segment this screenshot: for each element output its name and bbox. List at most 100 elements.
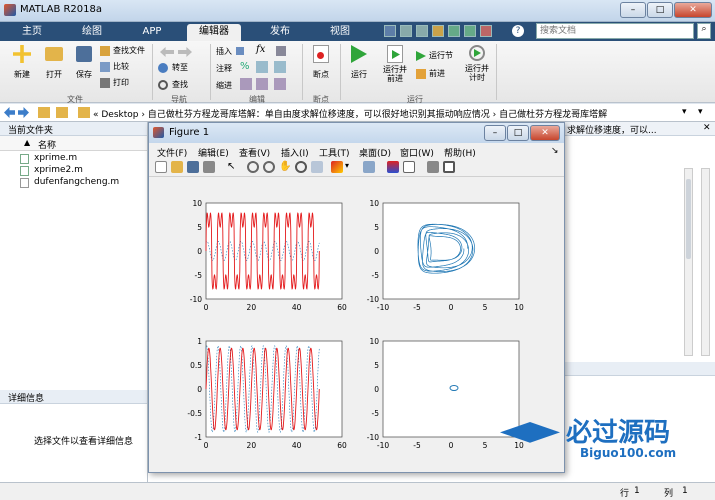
breakpoints-icon <box>313 45 329 63</box>
menu-help[interactable]: 帮助(H) <box>444 146 476 159</box>
quick-help-icon[interactable]: ? <box>512 25 524 37</box>
y-tick-label: 10 <box>369 199 379 208</box>
compare-button[interactable]: 比较 <box>100 61 148 74</box>
run-button[interactable]: 运行 <box>344 45 374 91</box>
brush-dropdown-icon[interactable]: ▾ <box>345 161 357 173</box>
menu-tools[interactable]: 工具(T) <box>319 146 350 159</box>
open-button[interactable]: 打开 <box>40 45 68 91</box>
list-item[interactable]: xprime2.m <box>20 165 140 177</box>
list-item[interactable]: xprime.m <box>20 153 140 165</box>
run-section-button[interactable]: 运行节 <box>416 50 460 63</box>
y-tick-label: -1 <box>195 433 203 442</box>
colorbar-icon[interactable] <box>387 161 399 173</box>
run-time-button[interactable]: 运行并 计时 <box>462 45 492 91</box>
quick-redo-icon[interactable] <box>464 25 476 37</box>
tab-editor[interactable]: 编辑器 <box>187 24 241 41</box>
menu-view[interactable]: 查看(V) <box>239 146 270 159</box>
search-input[interactable] <box>536 23 694 39</box>
maximize-button[interactable]: □ <box>647 2 673 18</box>
quick-paste-icon[interactable] <box>432 25 444 37</box>
tab-home[interactable]: 主页 <box>10 24 54 41</box>
print-button[interactable]: 打印 <box>100 77 148 90</box>
menu-file[interactable]: 文件(F) <box>157 146 187 159</box>
link-plot-icon[interactable] <box>363 161 375 173</box>
details-title: 详细信息 <box>8 394 45 404</box>
pan-icon[interactable]: ✋ <box>279 161 291 173</box>
smart-indent-icon[interactable] <box>240 78 252 90</box>
figure-maximize-button[interactable]: □ <box>507 125 529 141</box>
current-path[interactable]: « Desktop › 自己做杜芬方程龙哥库塔解：单自由度求解位移速度，可以很好… <box>93 107 607 120</box>
hide-tools-icon[interactable] <box>427 161 439 173</box>
insert-button[interactable]: 插入 <box>214 45 244 58</box>
comment-percent-icon[interactable]: % <box>240 61 250 72</box>
format-icon[interactable] <box>276 46 286 56</box>
figure-minimize-button[interactable]: – <box>484 125 506 141</box>
data-cursor-icon[interactable] <box>311 161 323 173</box>
menu-window[interactable]: 窗口(W) <box>400 146 434 159</box>
save-figure-icon[interactable] <box>187 161 199 173</box>
pointer-icon[interactable]: ↖ <box>227 161 239 173</box>
close-button[interactable]: ✕ <box>674 2 712 18</box>
up-folder-icon[interactable] <box>38 107 50 118</box>
show-tools-icon[interactable] <box>443 161 455 173</box>
menu-desktop[interactable]: 桌面(D) <box>359 146 391 159</box>
find-files-button[interactable]: 查找文件 <box>100 45 148 58</box>
rotate-icon[interactable] <box>295 161 307 173</box>
y-tick-label: -10 <box>367 433 379 442</box>
breakpoints-button[interactable]: 断点 <box>306 45 336 91</box>
subplot-3: 0 20 40 60 -1 -0.5 0 0.5 1 <box>187 337 347 450</box>
forward-icon[interactable] <box>18 107 29 118</box>
quick-switch-icon[interactable] <box>480 25 492 37</box>
menu-edit[interactable]: 编辑(E) <box>198 146 229 159</box>
quick-cut-icon[interactable] <box>400 25 412 37</box>
path-dropdown-icon[interactable]: ▾ <box>682 107 687 117</box>
function-icon[interactable]: fx <box>256 44 265 55</box>
tab-view[interactable]: 视图 <box>318 24 362 41</box>
tab-publish[interactable]: 发布 <box>258 24 302 41</box>
zoom-out-icon[interactable] <box>263 161 275 173</box>
dock-arrow-icon[interactable]: ↘ <box>551 146 559 156</box>
menu-insert[interactable]: 插入(I) <box>281 146 309 159</box>
quick-copy-icon[interactable] <box>416 25 428 37</box>
decrease-indent-icon[interactable] <box>274 78 286 90</box>
zoom-in-icon[interactable] <box>247 161 259 173</box>
increase-indent-icon[interactable] <box>256 78 268 90</box>
help-icon[interactable]: ▾ <box>698 107 703 117</box>
y-tick-label: -5 <box>372 271 380 280</box>
save-button[interactable]: 保存 <box>70 45 98 91</box>
editor-close-icon[interactable]: ✕ <box>703 123 711 133</box>
column-header[interactable]: ▲ 名称 <box>0 136 147 151</box>
y-tick-label: -10 <box>367 295 379 304</box>
list-item[interactable]: dufenfangcheng.m <box>20 177 140 189</box>
print-figure-icon[interactable] <box>203 161 215 173</box>
vertical-scrollbar[interactable] <box>684 168 693 356</box>
advance-button[interactable]: 前进 <box>416 68 460 81</box>
x-tick-label: 0 <box>449 303 454 312</box>
brush-icon[interactable] <box>331 161 343 173</box>
browse-folder-icon[interactable] <box>56 107 68 118</box>
legend-icon[interactable] <box>403 161 415 173</box>
compare-icon <box>100 62 110 72</box>
quick-undo-icon[interactable] <box>448 25 460 37</box>
figure-close-button[interactable]: ✕ <box>530 125 560 141</box>
tab-apps[interactable]: APP <box>130 24 174 41</box>
search-icon[interactable]: ⌕ <box>697 23 711 39</box>
uncomment-icon[interactable] <box>256 61 268 73</box>
run-advance-button[interactable]: 运行并 前进 <box>380 45 410 91</box>
find-button[interactable]: 查找 <box>158 79 208 92</box>
new-figure-icon[interactable] <box>155 161 167 173</box>
matlab-logo-icon <box>153 127 164 138</box>
run-advance-icon <box>387 45 403 63</box>
wrap-comment-icon[interactable] <box>274 61 286 73</box>
y-tick-label: 0 <box>197 385 202 394</box>
status-bar: 行 1 列 1 <box>0 482 715 500</box>
goto-button[interactable]: 转至 <box>158 62 208 75</box>
new-button[interactable]: 新建 <box>8 45 36 91</box>
run-label: 运行 <box>351 70 367 79</box>
tab-plots[interactable]: 绘图 <box>70 24 114 41</box>
quick-save-icon[interactable] <box>384 25 396 37</box>
minimize-button[interactable]: – <box>620 2 646 18</box>
back-icon[interactable] <box>4 107 15 118</box>
open-file-icon[interactable] <box>171 161 183 173</box>
vertical-scrollbar[interactable] <box>701 168 710 356</box>
